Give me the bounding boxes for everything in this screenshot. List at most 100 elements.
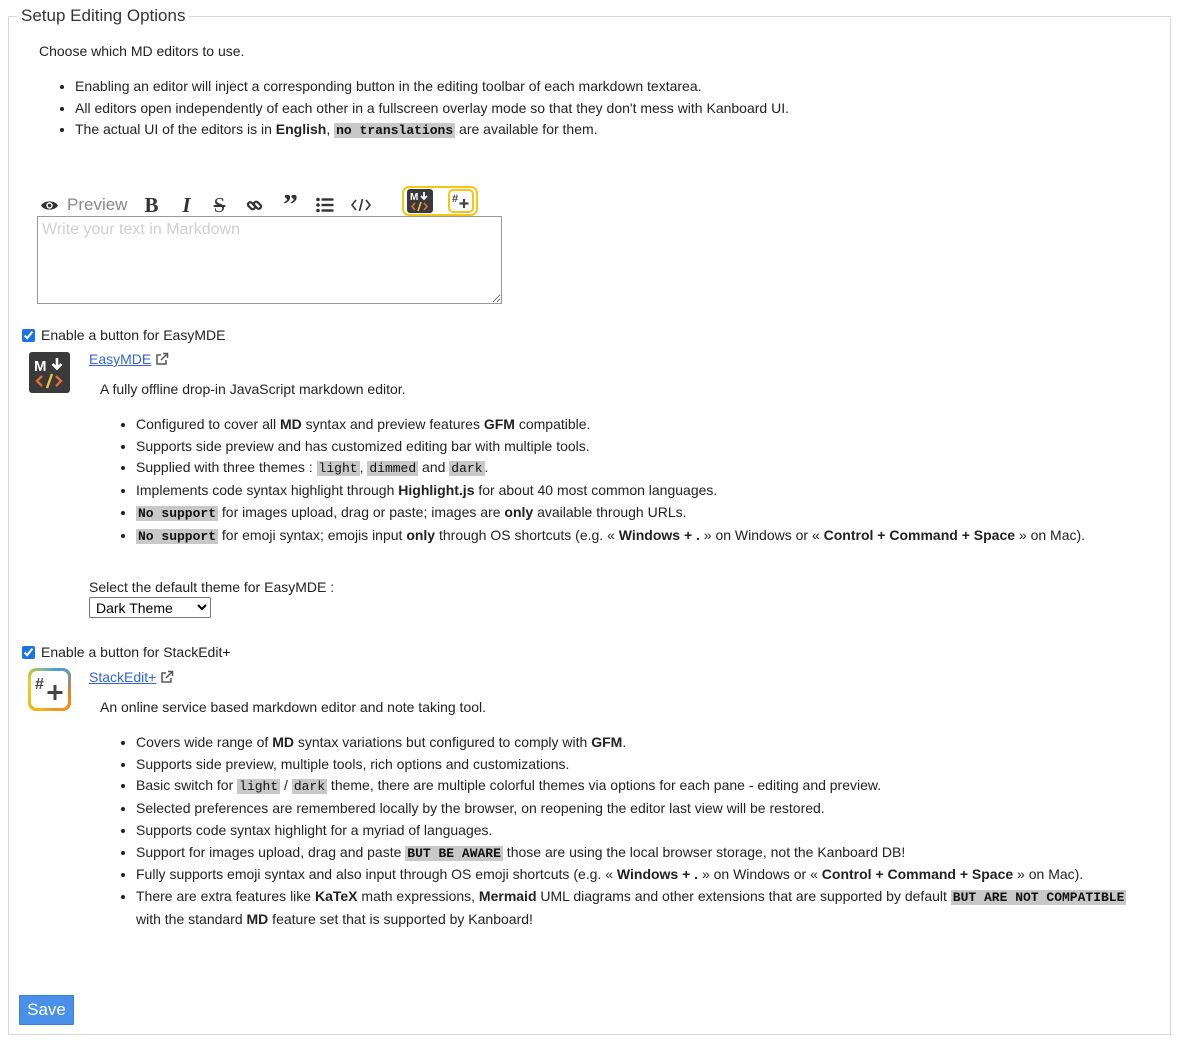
bold-text: Control + Command + Space xyxy=(821,866,1014,883)
list-item: Supports code syntax highlight for a myr… xyxy=(136,820,1152,842)
svg-text:#: # xyxy=(452,193,458,205)
intro-text: Choose which MD editors to use. xyxy=(39,43,245,59)
stackedit-checkbox-label[interactable]: Enable a button for StackEdit+ xyxy=(41,644,231,660)
text: with the standard xyxy=(136,910,247,927)
text: syntax and preview features xyxy=(301,416,484,432)
easymde-checkbox-label[interactable]: Enable a button for EasyMDE xyxy=(41,327,225,343)
quote-icon[interactable]: ” xyxy=(280,195,300,215)
bold-text: Mermaid xyxy=(478,887,537,904)
text: » on Mac). xyxy=(1015,526,1086,543)
svg-text:#: # xyxy=(35,676,44,693)
svg-text:M: M xyxy=(34,358,47,375)
easymde-link[interactable]: EasyMDE xyxy=(89,351,151,367)
bullet-text: All editors open independently of each o… xyxy=(75,99,789,116)
text: through OS shortcuts (e.g. « xyxy=(435,526,619,543)
external-link-icon[interactable] xyxy=(155,352,169,366)
code-badge: BUT ARE NOT COMPATIBLE xyxy=(950,889,1127,905)
save-button[interactable]: Save xyxy=(19,995,74,1025)
code-badge: light xyxy=(316,461,360,477)
text: feature set that is supported by Kanboar… xyxy=(268,910,533,927)
theme-select-wrapper: Dark Theme xyxy=(89,597,211,618)
external-link-icon[interactable] xyxy=(160,670,174,684)
bold-text: only xyxy=(406,526,436,543)
bullet-text: The actual UI of the editors is in xyxy=(75,121,276,138)
fieldset-legend: Setup Editing Options xyxy=(21,6,186,25)
markdown-textarea[interactable] xyxy=(37,216,502,304)
easymde-checkbox[interactable] xyxy=(22,328,35,342)
theme-select[interactable]: Dark Theme xyxy=(89,597,211,618)
list-item: Selected preferences are remembered loca… xyxy=(136,798,1152,820)
stackedit-link[interactable]: StackEdit+ xyxy=(89,669,156,685)
text: syntax variations but configured to comp… xyxy=(293,734,592,750)
strikethrough-icon[interactable]: S xyxy=(208,193,230,218)
text: Covers wide range of xyxy=(136,734,273,750)
svg-text:M: M xyxy=(410,192,418,203)
easymde-link-row: EasyMDE xyxy=(89,351,169,367)
bullet-text: Enabling an editor will inject a corresp… xyxy=(75,78,702,94)
code-badge: dark xyxy=(291,779,328,795)
stackedit-description: An online service based markdown editor … xyxy=(100,699,487,715)
text: theme, there are multiple colorful theme… xyxy=(327,777,882,794)
editor-toolbar: Preview B I S ” xyxy=(38,192,372,218)
text: for images upload, drag or paste; images… xyxy=(218,503,505,520)
bold-icon[interactable]: B xyxy=(141,193,161,218)
code-icon[interactable] xyxy=(350,198,372,212)
bold-text: Windows + . xyxy=(616,866,699,883)
text: Fully supports emoji syntax and also inp… xyxy=(136,866,617,883)
bold-text: MD xyxy=(246,910,269,927)
bold-text: Highlight.js xyxy=(398,482,475,499)
stackedit-checkbox-row[interactable]: Enable a button for StackEdit+ xyxy=(22,644,231,660)
text: There are extra features like xyxy=(136,887,315,904)
bold-text: MD xyxy=(279,416,302,432)
list-item: The actual UI of the editors is in Engli… xyxy=(75,119,1151,142)
list-item: There are extra features like KaTeX math… xyxy=(136,886,1152,930)
list-item: Supports side preview and has customized… xyxy=(136,436,1152,458)
italic-icon[interactable]: I xyxy=(176,193,196,218)
eye-icon[interactable] xyxy=(38,199,60,212)
list-item: No support for emoji syntax; emojis inpu… xyxy=(136,525,1152,548)
bold-english: English xyxy=(275,121,327,138)
list-item: Configured to cover all MD syntax and pr… xyxy=(136,414,1152,436)
bold-text: MD xyxy=(272,734,294,750)
text: for emoji syntax; emojis input xyxy=(218,526,407,543)
list-icon[interactable] xyxy=(315,197,335,213)
bold-text: Windows + . xyxy=(618,526,700,543)
list-item: Fully supports emoji syntax and also inp… xyxy=(136,864,1152,886)
easymde-icon[interactable]: M xyxy=(407,189,433,213)
text: Selected preferences are remembered loca… xyxy=(136,800,825,817)
stackedit-logo-icon: # xyxy=(28,668,71,711)
bold-text: Control + Command + Space xyxy=(823,526,1016,543)
text: . xyxy=(484,459,489,476)
preview-button[interactable]: Preview xyxy=(67,195,127,215)
list-item: Enabling an editor will inject a corresp… xyxy=(75,76,1151,98)
list-item: Support for images upload, drag and past… xyxy=(136,842,1152,865)
code-badge: dimmed xyxy=(367,461,419,477)
separator: , xyxy=(326,121,335,138)
stackedit-icon[interactable]: # xyxy=(448,189,474,213)
easymde-checkbox-row[interactable]: Enable a button for EasyMDE xyxy=(22,327,225,343)
text: » on Mac). xyxy=(1013,866,1084,883)
stackedit-checkbox[interactable] xyxy=(22,645,35,659)
no-translations-code: no translations xyxy=(334,123,456,139)
list-item: No support for images upload, drag or pa… xyxy=(136,502,1152,525)
list-item: Basic switch for light / dark theme, the… xyxy=(136,775,1152,798)
easymde-description: A fully offline drop-in JavaScript markd… xyxy=(100,381,406,397)
bullet-text: are available for them. xyxy=(455,121,598,138)
bold-text: KaTeX xyxy=(314,887,358,904)
list-item: Supplied with three themes : light, dimm… xyxy=(136,457,1152,480)
link-icon[interactable] xyxy=(244,197,264,214)
easymde-logo-icon: M xyxy=(29,352,70,393)
easymde-feature-list: Configured to cover all MD syntax and pr… xyxy=(112,414,1152,547)
text: available through URLs. xyxy=(533,503,687,520)
intro-bullet-list: Enabling an editor will inject a corresp… xyxy=(51,76,1151,142)
text: Support for images upload, drag and past… xyxy=(136,843,406,860)
stackedit-link-row: StackEdit+ xyxy=(89,669,174,685)
bold-text: GFM xyxy=(591,734,623,750)
text: UML diagrams and other extensions that a… xyxy=(536,887,951,904)
bold-text: GFM xyxy=(483,416,515,432)
text: those are using the local browser storag… xyxy=(502,843,906,860)
code-badge: No support xyxy=(136,505,219,521)
text: Supports side preview and has customized… xyxy=(136,437,590,454)
list-item: All editors open independently of each o… xyxy=(75,98,1151,120)
theme-select-label: Select the default theme for EasyMDE : xyxy=(89,579,335,595)
